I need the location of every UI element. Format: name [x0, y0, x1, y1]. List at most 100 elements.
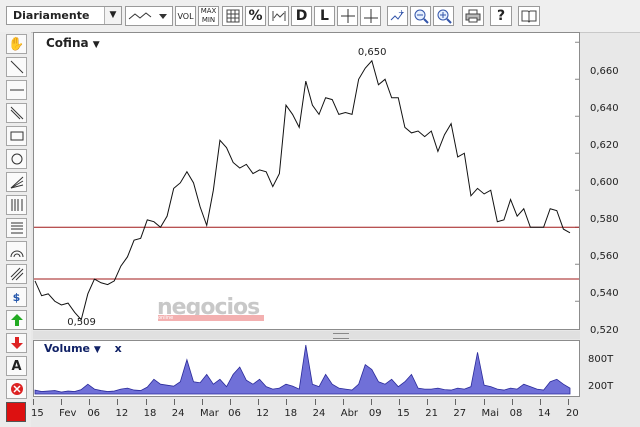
date-tick-label: 15 — [31, 408, 44, 419]
line-chart-icon — [128, 12, 167, 20]
arrow-down-tool[interactable] — [6, 333, 27, 353]
arrow-up-icon — [10, 314, 23, 326]
gann-tool[interactable] — [6, 264, 27, 284]
print-button[interactable] — [462, 6, 484, 26]
chevron-down-icon[interactable]: ▼ — [94, 345, 101, 355]
trendline-tool[interactable] — [6, 57, 27, 77]
date-tick-mark — [483, 399, 485, 405]
date-tick-mark — [89, 399, 91, 405]
volume-title: Volume — [44, 342, 90, 355]
l-button[interactable]: L — [314, 6, 335, 26]
date-tick-mark — [286, 399, 288, 405]
close-circle-icon — [10, 383, 23, 395]
channel-tool[interactable] — [6, 103, 27, 123]
diagonal-lines-icon — [10, 267, 23, 281]
hand-tool[interactable]: ✋ — [6, 34, 27, 54]
volume-close-button[interactable]: x — [115, 342, 122, 355]
arc-icon — [10, 250, 23, 258]
price-tick-label: 0,600 — [590, 177, 619, 189]
date-tick-label: 24 — [171, 408, 185, 419]
price-line-svg: 0,650 0,509 — [34, 41, 579, 328]
parallel-lines-icon — [10, 106, 23, 120]
zoom-out-button[interactable] — [410, 6, 431, 26]
price-chart[interactable]: Cofina ▼ negocios online 0,650 0,509 — [33, 32, 580, 330]
grid-icon — [226, 9, 239, 23]
date-tick-mark — [61, 399, 63, 405]
date-tick-mark — [173, 399, 175, 405]
book-button[interactable] — [518, 6, 540, 26]
color-picker-swatch[interactable] — [6, 402, 26, 422]
price-tick-label: 0,660 — [590, 66, 619, 78]
percent-button[interactable]: % — [245, 6, 266, 26]
period-select[interactable]: Diariamente ▼ — [6, 6, 122, 25]
vertical-lines-icon — [11, 199, 22, 211]
grid-toggle-button[interactable] — [222, 6, 243, 26]
horizontal-line-tool[interactable] — [6, 80, 27, 100]
date-tick-label: 27 — [453, 408, 467, 419]
date-tick-mark — [399, 399, 401, 405]
zoom-out-icon — [414, 9, 429, 24]
date-tick-mark — [455, 399, 457, 405]
crosshair-alt-button[interactable] — [360, 6, 381, 26]
volume-panel[interactable]: Volume ▼ x — [33, 340, 580, 397]
volume-tick-label: 800T — [588, 354, 614, 365]
maxmin-toggle-button[interactable]: MAX MIN — [198, 6, 219, 26]
printer-icon — [465, 9, 481, 23]
chart-type-button[interactable] — [125, 6, 173, 26]
date-tick-label: Abr — [340, 408, 359, 419]
svg-text:+: + — [398, 8, 405, 17]
fibonacci-retracement-tool[interactable] — [6, 218, 27, 238]
d-button[interactable]: D — [291, 6, 312, 26]
horizontal-lines-icon — [10, 222, 23, 234]
date-tick-mark — [145, 399, 147, 405]
chevron-down-icon: ▼ — [104, 7, 121, 24]
zoom-in-icon — [437, 9, 452, 24]
delete-tool[interactable] — [6, 379, 27, 399]
fan-lines-icon — [10, 176, 23, 189]
dollar-tool[interactable]: $ — [6, 287, 27, 307]
arrow-down-icon — [10, 337, 23, 349]
date-tick-mark — [511, 399, 513, 405]
ellipse-tool[interactable] — [6, 149, 27, 169]
date-tick-mark — [427, 399, 429, 405]
panel-splitter[interactable] — [33, 331, 580, 339]
date-tick-label: 06 — [228, 408, 241, 419]
fan-tool[interactable] — [6, 172, 27, 192]
diagonal-line-icon — [10, 60, 23, 74]
hand-icon: ✋ — [8, 36, 25, 52]
rectangle-icon — [10, 131, 23, 141]
zoom-region-button[interactable]: + — [387, 6, 408, 26]
zoom-chart-icon: + — [390, 8, 405, 21]
crosshair-offset-icon — [363, 9, 378, 23]
volume-panel-header: Volume ▼ x — [44, 342, 122, 355]
compare-button[interactable] — [268, 6, 289, 26]
price-tick-label: 0,640 — [590, 103, 619, 115]
fibonacci-time-tool[interactable] — [6, 195, 27, 215]
price-tick-label: 0,560 — [590, 251, 619, 263]
volume-toggle-button[interactable]: VOL — [175, 6, 196, 26]
dollar-lines-icon: $ — [12, 290, 21, 304]
compare-chart-icon — [272, 11, 285, 21]
date-tick-mark — [258, 399, 260, 405]
arc-tool[interactable] — [6, 241, 27, 261]
date-tick-mark — [314, 399, 316, 405]
price-tick-label: 0,620 — [590, 140, 619, 152]
grip-icon — [333, 333, 349, 339]
date-tick-mark — [370, 399, 372, 405]
date-tick-label: 14 — [537, 408, 551, 419]
price-tick-label: 0,580 — [590, 214, 619, 226]
tool-sidebar: ✋ $ A — [0, 32, 31, 427]
date-tick-label: 12 — [256, 408, 269, 419]
date-tick-label: 09 — [368, 408, 382, 419]
zoom-in-button[interactable] — [433, 6, 454, 26]
help-button[interactable]: ? — [490, 6, 512, 26]
text-tool[interactable]: A — [6, 356, 27, 376]
rectangle-tool[interactable] — [6, 126, 27, 146]
min-price-label: 0,509 — [67, 317, 96, 328]
date-tick-label: 21 — [425, 408, 438, 419]
arrow-up-tool[interactable] — [6, 310, 27, 330]
horizontal-line-icon — [9, 89, 24, 91]
crosshair-button[interactable] — [337, 6, 358, 26]
volume-axis: 800T 200T — [580, 340, 640, 397]
price-axis: 0,660 0,640 0,620 0,600 0,580 0,560 0,540 0,520 — [580, 32, 640, 336]
